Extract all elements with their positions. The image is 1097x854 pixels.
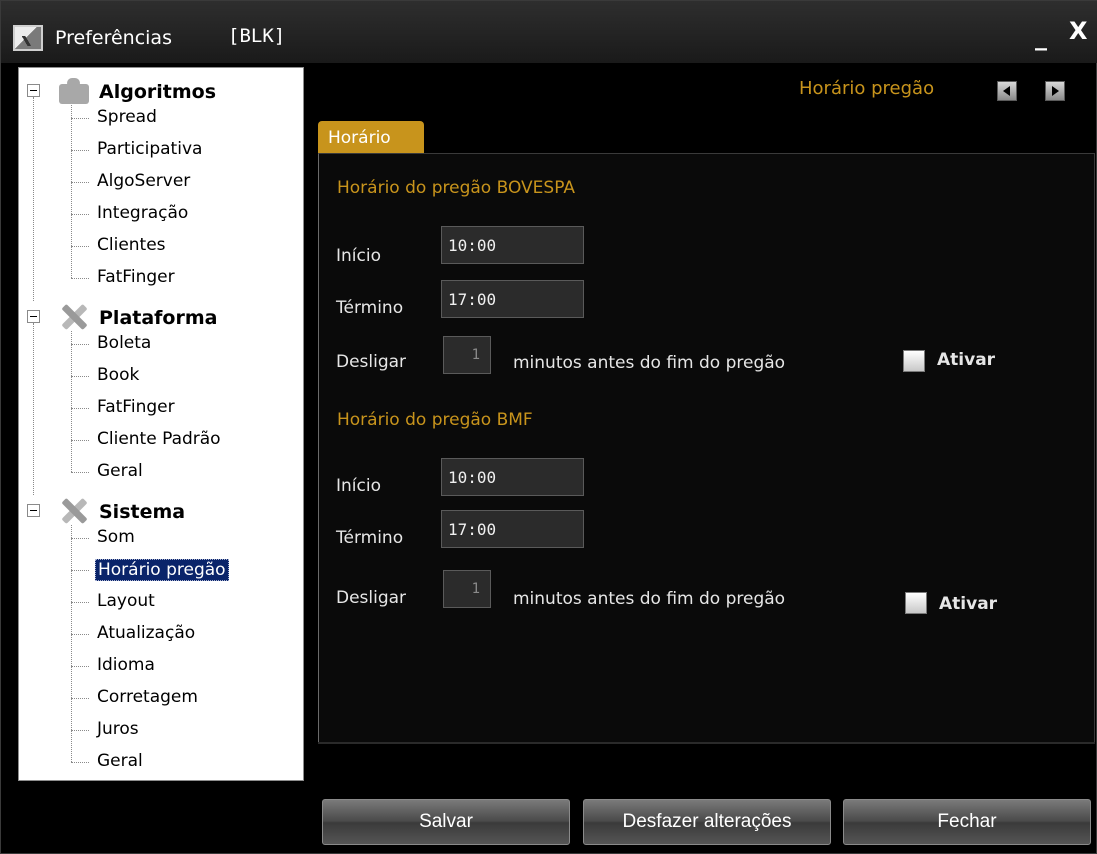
tree-group-label: Sistema <box>99 501 186 523</box>
tree-item-label: AlgoServer <box>97 171 191 191</box>
tree-item[interactable]: FatFinger <box>71 265 301 291</box>
tree-item-label: FatFinger <box>97 397 175 417</box>
save-button[interactable]: Salvar <box>322 799 570 845</box>
tree-item[interactable]: Atualização <box>71 621 301 647</box>
tree-item[interactable]: AlgoServer <box>71 169 301 195</box>
bmf-shutdown-minutes-input[interactable] <box>443 570 491 608</box>
collapse-icon[interactable] <box>27 504 40 517</box>
tree-item-label: Idioma <box>97 655 155 675</box>
bmf-start-label: Início <box>336 476 381 496</box>
tree-group-connector <box>33 97 34 301</box>
window-title: Preferências <box>55 27 172 49</box>
tree-item[interactable]: Cliente Padrão <box>71 427 301 453</box>
tree-item-label: Geral <box>97 751 143 771</box>
collapse-icon[interactable] <box>27 310 40 323</box>
tree-item-label: Som <box>97 527 135 547</box>
collapse-icon[interactable] <box>27 84 40 97</box>
tree-group-connector <box>33 323 34 495</box>
bmf-section-title: Horário do pregão BMF <box>337 410 533 430</box>
bovespa-shutdown-suffix: minutos antes do fim do pregão <box>513 353 786 373</box>
bmf-activate-label: Ativar <box>939 594 998 614</box>
title-bar[interactable]: Preferências [BLK] _ X <box>1 1 1097 63</box>
tab-content: Horário do pregão BOVESPA Início Término… <box>318 153 1095 743</box>
tab-horario-label: Horário <box>328 128 391 148</box>
tree-item[interactable]: Book <box>71 363 301 389</box>
bovespa-activate-label: Ativar <box>937 350 996 370</box>
next-page-button[interactable] <box>1045 81 1065 101</box>
tree-group-1[interactable]: Plataforma <box>19 301 299 331</box>
bmf-shutdown-label: Desligar <box>336 588 407 608</box>
tree-item[interactable]: Horário pregão <box>71 557 301 583</box>
bmf-shutdown-suffix: minutos antes do fim do pregão <box>513 589 786 609</box>
tree-item-label: Clientes <box>97 235 166 255</box>
tree-item[interactable]: Som <box>71 525 301 551</box>
tree-item-label: Book <box>97 365 140 385</box>
tree-item-label: Juros <box>97 719 139 739</box>
tree-item[interactable]: FatFinger <box>71 395 301 421</box>
window-tag: [BLK] <box>228 25 286 47</box>
bmf-end-label: Término <box>336 528 404 548</box>
tree-item[interactable]: Clientes <box>71 233 301 259</box>
previous-page-button[interactable] <box>997 81 1017 101</box>
tree-item-label: Cliente Padrão <box>97 429 221 449</box>
tree-item-label: Integração <box>97 203 189 223</box>
app-chart-icon <box>13 25 43 51</box>
tree-item[interactable]: Corretagem <box>71 685 301 711</box>
bmf-end-input[interactable] <box>441 510 584 548</box>
puzzle-icon <box>53 78 95 104</box>
bovespa-start-label: Início <box>336 246 381 266</box>
tree-connector-line <box>71 105 72 278</box>
bovespa-section-title: Horário do pregão BOVESPA <box>337 178 575 198</box>
tree-item-label: Atualização <box>97 623 196 643</box>
tree-group-label: Plataforma <box>99 307 218 329</box>
bovespa-shutdown-label: Desligar <box>336 352 407 372</box>
bmf-start-input[interactable] <box>441 458 584 496</box>
tree-connector-line <box>71 331 72 472</box>
tab-horario[interactable]: Horário <box>318 121 424 153</box>
preferences-tree: Algoritmos Spread Participativa AlgoServer I… <box>18 67 304 781</box>
tree-item[interactable]: Boleta <box>71 331 301 357</box>
tree-connector-line <box>71 525 72 762</box>
bovespa-start-input[interactable] <box>441 226 584 264</box>
bovespa-activate-checkbox[interactable] <box>903 350 925 372</box>
tree-item[interactable]: Participativa <box>71 137 301 163</box>
tree-item-label: Geral <box>97 461 143 481</box>
tree-item[interactable]: Juros <box>71 717 301 743</box>
tree-item[interactable]: Integração <box>71 201 301 227</box>
tree-group-0[interactable]: Algoritmos <box>19 75 299 105</box>
tree-item[interactable]: Geral <box>71 459 301 485</box>
bmf-activate-checkbox[interactable] <box>905 592 927 614</box>
bovespa-end-label: Término <box>336 298 404 318</box>
tree-item[interactable]: Spread <box>71 105 301 131</box>
minimize-button[interactable]: _ <box>1035 23 1047 51</box>
tree-group-label: Algoritmos <box>99 81 216 103</box>
undo-changes-button[interactable]: Desfazer alterações <box>583 799 831 845</box>
settings-panel: Horário pregão Horário Horário do pregão… <box>307 67 1095 783</box>
tools-icon <box>53 304 95 330</box>
tree-item[interactable]: Layout <box>71 589 301 615</box>
tree-group-2[interactable]: Sistema <box>19 495 299 525</box>
close-window-button[interactable]: X <box>1069 17 1088 45</box>
tree-item[interactable]: Idioma <box>71 653 301 679</box>
tree-item-label: Corretagem <box>97 687 198 707</box>
tree-item-label: Participativa <box>97 139 203 159</box>
tree-item[interactable]: Geral <box>71 749 301 775</box>
panel-nav-title: Horário pregão <box>799 78 935 99</box>
tree-item-label: FatFinger <box>97 267 175 287</box>
tree-item-label: Spread <box>97 107 157 127</box>
panel-divider <box>318 742 1095 744</box>
close-button[interactable]: Fechar <box>843 799 1091 845</box>
preferences-window: Preferências [BLK] _ X Algoritmos Spread P… <box>0 0 1097 854</box>
bovespa-shutdown-minutes-input[interactable] <box>443 336 491 374</box>
tree-item-label: Layout <box>97 591 155 611</box>
bovespa-end-input[interactable] <box>441 280 584 318</box>
tools-icon <box>53 498 95 524</box>
tree-item-label: Horário pregão <box>95 559 229 581</box>
tree-item-label: Boleta <box>97 333 152 353</box>
